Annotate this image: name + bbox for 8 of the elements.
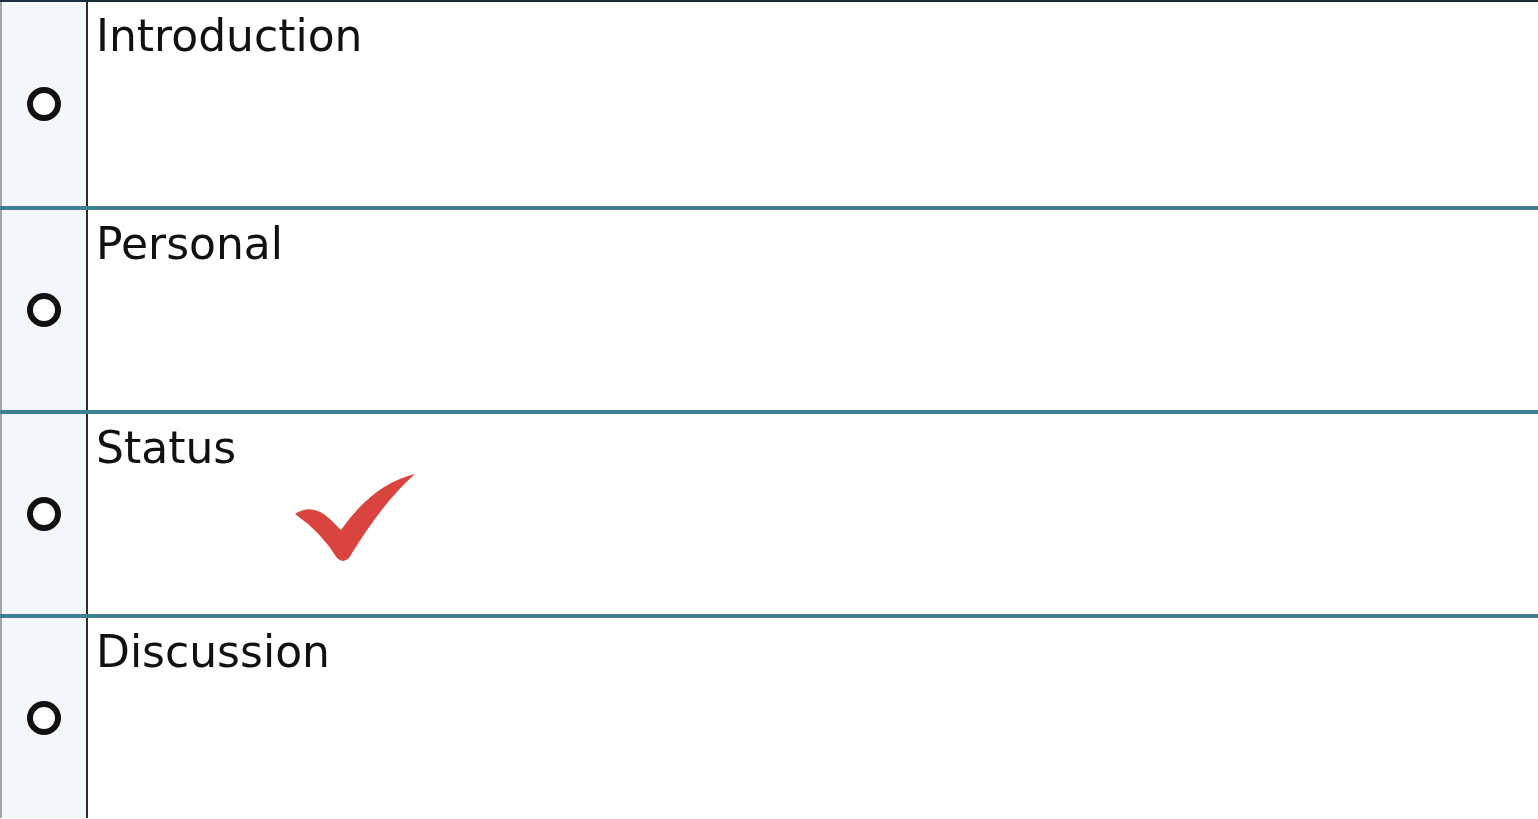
radio-button[interactable] — [27, 497, 61, 531]
option-label: Introduction — [96, 10, 363, 61]
option-label: Personal — [96, 218, 284, 269]
radio-button[interactable] — [27, 87, 61, 121]
option-label: Status — [96, 422, 237, 473]
option-label: Discussion — [96, 626, 330, 677]
radio-button[interactable] — [27, 701, 61, 735]
radio-button[interactable] — [27, 293, 61, 327]
